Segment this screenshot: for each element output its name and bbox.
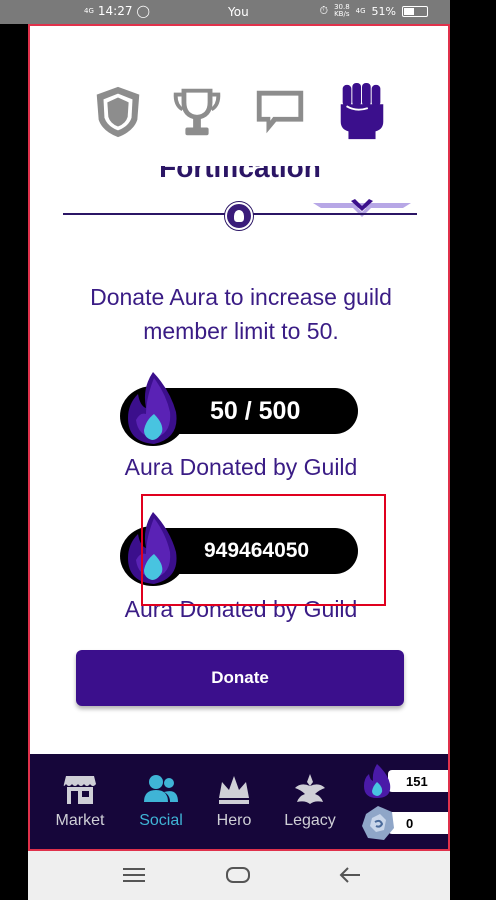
battery-icon [402,5,428,17]
fist-icon [340,83,384,140]
menu-icon[interactable] [122,865,146,885]
gem-counter: 0 [360,804,448,840]
nav-social-label: Social [139,812,183,829]
home-icon[interactable] [226,865,250,885]
system-nav-bar [28,851,450,900]
tab-chat[interactable] [250,82,310,142]
donate-button[interactable]: Donate [76,650,404,706]
market-icon [63,776,96,804]
network-type: 4G [355,6,366,15]
alarm-icon: ⏱ [319,4,329,17]
aura-flame-icon-small [364,764,391,798]
app-screen: Fortification Donate Aura to increase gu… [28,24,450,851]
trophy-icon [173,88,221,136]
network-speed: 30.8 KB/s [334,4,350,18]
nav-hero[interactable]: Hero [194,772,274,830]
signal-indicator: 4G [84,6,94,15]
section-title-text: Fortification [159,166,321,183]
aura-progress: 50 / 500 [120,368,360,450]
tab-trophy[interactable] [167,82,227,142]
aura-progress-label: Aura Donated by Guild [124,454,358,480]
tab-fist[interactable] [332,82,392,142]
nav-market[interactable]: Market [40,772,120,830]
nav-market-label: Market [55,812,105,829]
guild-emblem-icon [225,202,253,230]
clock: 14:27 [97,4,133,18]
gem-count: 0 [388,812,448,834]
chat-icon [256,90,304,134]
shield-icon [96,86,140,138]
social-icon [144,775,178,802]
nav-legacy-label: Legacy [284,812,336,829]
legacy-icon [295,774,325,804]
section-title: Fortification [140,166,340,190]
speed-unit: KB/s [334,10,350,18]
aura-counter: 151 [360,762,448,798]
highlight-box [141,494,386,606]
nav-legacy[interactable]: Legacy [270,772,350,830]
back-icon[interactable] [338,865,362,885]
nav-social[interactable]: Social [121,772,201,830]
bottom-nav: Market Social Hero Legacy 151 0 [30,754,448,849]
aura-count: 151 [388,770,448,792]
crown-icon [219,776,249,804]
description-text: Donate Aura to increase guild member lim… [90,284,392,344]
active-tab-indicator [313,199,411,217]
tab-shield[interactable] [88,82,148,142]
nav-hero-label: Hero [216,812,252,829]
side-strip [450,0,496,900]
carrier-name: You [228,5,249,19]
stone-icon [362,806,394,840]
aura-flame-icon [120,368,190,450]
battery-percent: 51% [371,4,396,18]
status-bar: 4G 14:27 ◯ You ⏱ 30.8 KB/s 4G 51% [0,0,450,24]
notification-icon: ◯ [136,4,150,18]
